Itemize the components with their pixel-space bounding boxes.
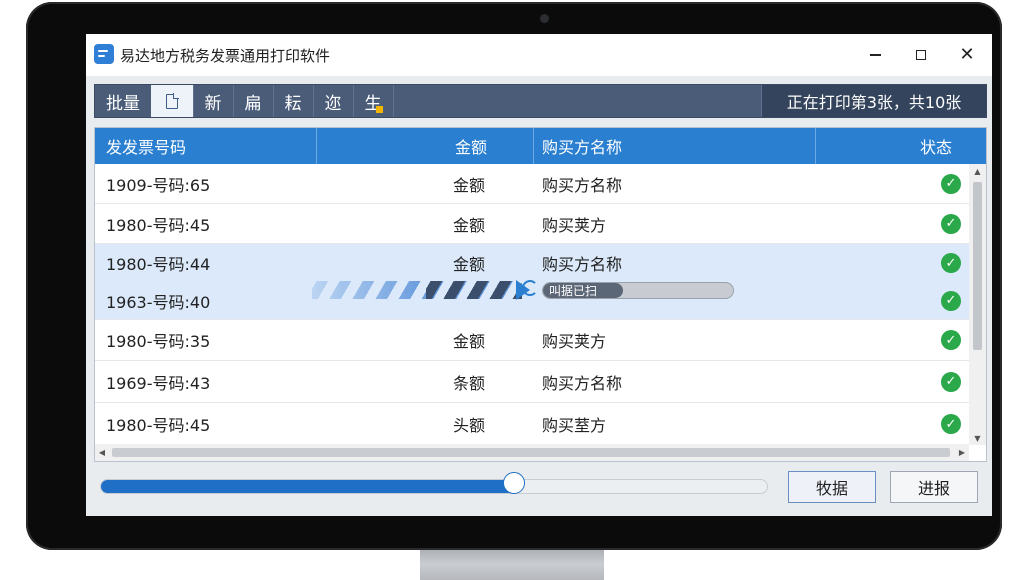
toolbar-button-6[interactable]: 迩 — [313, 85, 354, 117]
title-bar: 易达地方税务发票通用打印软件 ✕ — [86, 34, 992, 76]
horizontal-scrollbar[interactable]: ◀ ▶ — [95, 444, 969, 461]
invoice-number: 1963-号码:40 — [106, 292, 211, 312]
column-header-amount[interactable]: 金额 — [317, 128, 534, 164]
close-icon: ✕ — [959, 44, 975, 65]
scroll-down-icon[interactable]: ▼ — [969, 431, 986, 445]
buyer-name: 购买荎方 — [542, 416, 607, 435]
table-row[interactable]: 1980-号码:45 金额 购买荚方 ✓ — [95, 204, 969, 244]
amount: 头额 — [453, 416, 486, 435]
maximize-icon — [916, 50, 926, 60]
toolbar-batch-label: 批量 — [106, 93, 140, 114]
toolbar-button-5[interactable]: 耘 — [273, 85, 314, 117]
buyer-name: 购买方名称 — [542, 373, 623, 393]
table-row[interactable]: 1980-号码:45 头额 购买荎方 ✓ — [95, 403, 969, 445]
toolbar-document-button[interactable] — [151, 85, 194, 117]
spinner-icon — [522, 280, 538, 296]
footer-button-1[interactable]: 牧据 — [788, 471, 876, 503]
app-icon — [94, 44, 114, 64]
table-row[interactable]: 1980-号码:35 金额 购买荚方 ✓ — [95, 320, 969, 361]
table-row-selected[interactable]: 1980-号码:44 金额 购买方名称 ✓ — [95, 244, 969, 282]
invoice-number: 1969-号码:43 — [106, 373, 211, 393]
vertical-scrollbar[interactable]: ▲ ▼ — [969, 164, 986, 445]
toolbar-button-4[interactable]: 扁 — [233, 85, 274, 117]
toolbar-new-button[interactable]: 新 — [193, 85, 234, 117]
amount: 金额 — [453, 175, 486, 195]
amount: 条额 — [453, 373, 486, 393]
amount: 金额 — [453, 255, 486, 274]
table-row[interactable]: 1909-号码:65 金额 购买方名称 ✓ — [95, 164, 969, 204]
table-row[interactable]: 1969-号码:43 条额 购买方名称 ✓ — [95, 361, 969, 403]
invoice-number: 1980-号码:45 — [106, 416, 211, 435]
window-title: 易达地方税务发票通用打印软件 — [120, 47, 331, 65]
buyer-name: 购买荚方 — [542, 332, 607, 351]
badge-icon — [376, 106, 383, 113]
column-header-status[interactable]: 状态 — [816, 128, 986, 164]
toolbar-batch-button[interactable]: 批量 — [95, 85, 152, 117]
toolbar-generate-button[interactable]: 生 — [353, 85, 394, 117]
minimize-button[interactable] — [852, 34, 898, 76]
toolbar-label-5: 耘 — [284, 93, 302, 114]
toolbar-label-6: 迩 — [324, 93, 342, 114]
invoice-number: 1909-号码:65 — [106, 175, 211, 195]
table-header: 发发票号码 金额 购买方名称 状态 — [95, 128, 986, 164]
scroll-right-icon[interactable]: ▶ — [955, 444, 969, 461]
scroll-left-icon[interactable]: ◀ — [95, 444, 109, 461]
buyer-name: 购买方名称 — [542, 255, 623, 274]
print-status: 正在打印第3张，共10张 — [761, 85, 986, 117]
toolbar: 批量 新 扁 耘 迩 生 正在打印第3张，共10张 — [94, 84, 987, 118]
status-check-icon: ✓ — [941, 330, 961, 350]
invoice-table: 发发票号码 金额 购买方名称 状态 1909-号码:65 金额 购买方名称 ✓ … — [94, 127, 987, 462]
webcam-dot — [540, 14, 549, 23]
status-check-icon: ✓ — [941, 213, 961, 234]
application-window: 易达地方税务发票通用打印软件 ✕ 批量 新 扁 耘 迩 生 正在打印第3张，共1… — [86, 34, 992, 516]
close-button[interactable]: ✕ — [944, 34, 990, 76]
toolbar-label-4: 扁 — [244, 93, 262, 114]
overall-progress-track[interactable] — [100, 479, 768, 494]
overall-progress-knob[interactable] — [503, 472, 526, 494]
invoice-number: 1980-号码:44 — [106, 255, 211, 274]
overall-progress-fill — [101, 480, 514, 493]
status-check-icon: ✓ — [941, 173, 961, 194]
progress-stripes-dark — [426, 281, 522, 299]
status-check-icon: ✓ — [941, 414, 961, 434]
invoice-number: 1980-号码:45 — [106, 215, 211, 235]
footer-button-2[interactable]: 进报 — [890, 471, 978, 503]
row-progress-text: 叫据已扫 — [549, 284, 598, 298]
status-check-icon: ✓ — [941, 290, 961, 311]
invoice-number: 1980-号码:35 — [106, 332, 211, 351]
horizontal-scroll-thumb[interactable] — [112, 448, 950, 457]
maximize-button[interactable] — [898, 34, 944, 76]
amount: 金额 — [453, 215, 486, 235]
minimize-icon — [869, 54, 881, 56]
row-progress-bar: 叫据已扫 — [542, 282, 734, 299]
column-header-buyer[interactable]: 购买方名称 — [534, 128, 816, 164]
vertical-scroll-thumb[interactable] — [973, 182, 982, 350]
document-icon — [166, 92, 179, 109]
status-check-icon: ✓ — [941, 371, 961, 392]
buyer-name: 购买荚方 — [542, 215, 607, 235]
buyer-name: 购买方名称 — [542, 175, 623, 195]
amount: 金额 — [453, 332, 486, 351]
column-header-number[interactable]: 发发票号码 — [95, 128, 317, 164]
monitor-bezel: 易达地方税务发票通用打印软件 ✕ 批量 新 扁 耘 迩 生 正在打印第3张，共1… — [26, 2, 1002, 550]
scroll-up-icon[interactable]: ▲ — [969, 164, 986, 178]
status-check-icon: ✓ — [941, 253, 961, 273]
toolbar-new-label: 新 — [204, 93, 222, 114]
